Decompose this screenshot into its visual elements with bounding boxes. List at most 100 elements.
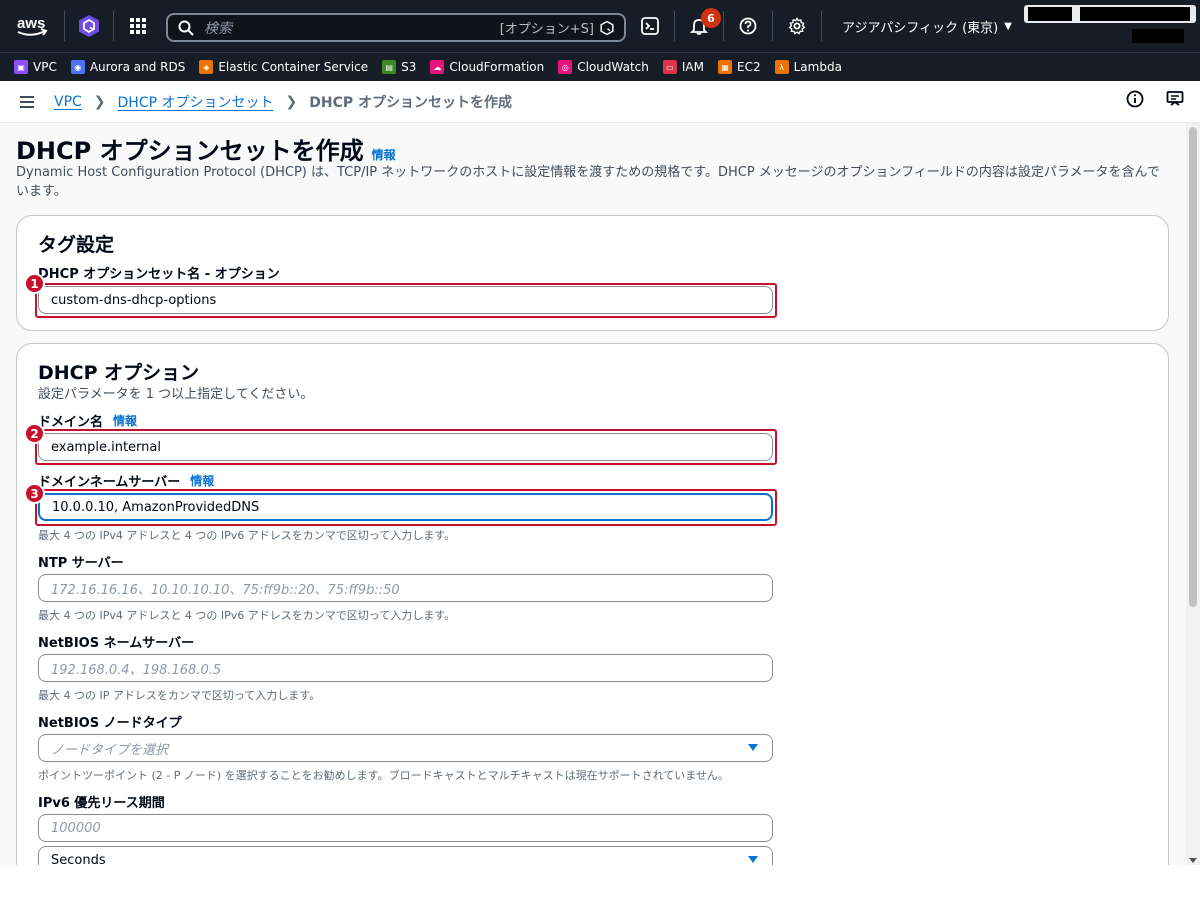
settings-gear-icon[interactable] bbox=[773, 0, 821, 52]
chevron-right-icon: ❯ bbox=[93, 93, 106, 110]
panel-title: DHCP オプション bbox=[38, 362, 200, 384]
favorite-lambda[interactable]: λ Lambda bbox=[774, 60, 842, 74]
field-hint: 最大 4 つの IPv4 アドレスと 4 つの IPv6 アドレスをカンマで区切… bbox=[38, 609, 456, 622]
cloudformation-icon: ☁ bbox=[430, 60, 445, 74]
favorite-aurora-rds[interactable]: ◉ Aurora and RDS bbox=[70, 60, 186, 74]
field-label: IPv6 優先リース期間 bbox=[38, 792, 165, 811]
field-label: ドメインネームサーバー 情報 bbox=[38, 471, 214, 490]
page-title: DHCP オプションセットを作成 情報 bbox=[16, 131, 396, 166]
search-placeholder: 検索 bbox=[204, 20, 232, 37]
favorite-ecs[interactable]: ◈ Elastic Container Service bbox=[199, 60, 368, 74]
info-link[interactable]: 情報 bbox=[190, 472, 214, 489]
caret-down-icon bbox=[748, 856, 758, 863]
caret-down-icon: ▼ bbox=[1004, 20, 1012, 32]
favorite-vpc[interactable]: ▣ VPC bbox=[14, 60, 57, 74]
field-hint: 最大 4 つの IPv4 アドレスと 4 つの IPv6 アドレスをカンマで区切… bbox=[38, 529, 456, 542]
help-icon[interactable] bbox=[724, 0, 772, 52]
dhcp-option-set-name-input[interactable]: custom-dns-dhcp-options bbox=[38, 286, 773, 314]
field-label-text: NetBIOS ノードタイプ bbox=[38, 716, 182, 731]
account-menu[interactable] bbox=[1024, 5, 1196, 23]
region-selector[interactable]: アジアパシフィック (東京) ▼ bbox=[842, 0, 1012, 52]
feedback-icon[interactable] bbox=[1166, 90, 1184, 108]
field-hint: 最大 4 つの IP アドレスをカンマで区切って入力します。 bbox=[38, 689, 321, 702]
ec2-icon: ▦ bbox=[718, 60, 732, 74]
amazon-q-small-icon bbox=[600, 20, 614, 35]
notifications-bell-icon[interactable]: 6 bbox=[675, 0, 723, 52]
favorite-label: Elastic Container Service bbox=[218, 60, 369, 74]
netbios-name-servers-input[interactable]: 192.168.0.4、198.168.0.5 bbox=[38, 654, 773, 682]
info-link[interactable]: 情報 bbox=[372, 146, 396, 163]
nav-divider bbox=[821, 11, 822, 41]
field-label: DHCP オプションセット名 - オプション bbox=[38, 263, 280, 282]
amazon-q-icon[interactable] bbox=[65, 0, 113, 52]
cloudwatch-icon: ◎ bbox=[558, 60, 573, 74]
field-label-text: ドメイン名 bbox=[38, 415, 104, 430]
page-title-text: DHCP オプションセットを作成 bbox=[16, 137, 364, 165]
field-label: NetBIOS ネームサーバー bbox=[38, 632, 194, 651]
aws-logo[interactable]: aws bbox=[0, 0, 64, 52]
services-grid-icon[interactable] bbox=[114, 0, 162, 52]
scrollbar-thumb[interactable] bbox=[1189, 127, 1197, 607]
field-label-text: IPv6 優先リース期間 bbox=[38, 796, 165, 811]
field-label-text: NTP サーバー bbox=[38, 556, 124, 571]
tag-settings-panel: タグ設定 DHCP オプションセット名 - オプション custom-dns-d… bbox=[16, 215, 1169, 331]
panel-subtitle: 設定パラメータを 1 つ以上指定してください。 bbox=[38, 387, 314, 402]
notification-badge: 6 bbox=[701, 8, 721, 28]
field-label: NetBIOS ノードタイプ bbox=[38, 712, 182, 731]
breadcrumb-vpc[interactable]: VPC bbox=[54, 94, 82, 110]
search-shortcut: [オプション+S] bbox=[499, 22, 594, 37]
domain-name-input[interactable]: example.internal bbox=[38, 433, 773, 461]
redacted-block bbox=[1132, 29, 1184, 43]
info-link[interactable]: 情報 bbox=[113, 412, 137, 429]
iam-icon: ▭ bbox=[662, 60, 677, 74]
dhcp-options-panel: DHCP オプション 設定パラメータを 1 つ以上指定してください。 ドメイン名… bbox=[16, 343, 1169, 865]
favorite-iam[interactable]: ▭ IAM bbox=[662, 60, 704, 74]
domain-name-servers-input[interactable]: 10.0.0.10, AmazonProvidedDNS bbox=[38, 493, 773, 521]
redacted-block bbox=[1080, 7, 1190, 21]
netbios-node-type-select[interactable]: ノードタイプを選択 bbox=[38, 734, 773, 762]
caret-down-icon bbox=[748, 744, 758, 751]
favorite-label: IAM bbox=[681, 60, 704, 74]
favorite-cloudwatch[interactable]: ◎ CloudWatch bbox=[558, 60, 649, 74]
ecs-icon: ◈ bbox=[199, 60, 214, 74]
field-label-text: DHCP オプションセット名 - オプション bbox=[38, 267, 280, 282]
ntp-servers-input[interactable]: 172.16.16.16、10.10.10.10、75:ff9b::20、75:… bbox=[38, 574, 773, 602]
rds-icon: ◉ bbox=[70, 60, 85, 74]
main-content: DHCP オプションセットを作成 情報 Dynamic Host Configu… bbox=[0, 123, 1186, 865]
favorite-label: VPC bbox=[33, 60, 57, 74]
favorite-label: Aurora and RDS bbox=[89, 60, 186, 74]
chevron-right-icon: ❯ bbox=[285, 93, 298, 110]
favorite-label: CloudFormation bbox=[449, 60, 545, 74]
breadcrumb-bar: VPC ❯ DHCP オプションセット ❯ DHCP オプションセットを作成 bbox=[0, 81, 1200, 123]
menu-hamburger-icon[interactable] bbox=[0, 95, 54, 109]
page-description: Dynamic Host Configuration Protocol (DHC… bbox=[16, 165, 1160, 199]
cloudshell-icon[interactable] bbox=[626, 0, 674, 52]
s3-icon: ▤ bbox=[382, 60, 397, 74]
search-icon bbox=[178, 20, 194, 36]
page-footer-blank bbox=[0, 865, 1200, 900]
favorite-ec2[interactable]: ▦ EC2 bbox=[718, 60, 761, 74]
utility-icons bbox=[1126, 90, 1184, 108]
step-marker-1: 1 bbox=[24, 273, 45, 294]
panel-title: タグ設定 bbox=[38, 234, 115, 256]
field-label: NTP サーバー bbox=[38, 552, 124, 571]
favorite-s3[interactable]: ▤ S3 bbox=[382, 60, 416, 74]
scroll-down-arrow-icon[interactable] bbox=[1189, 858, 1197, 863]
select-placeholder: ノードタイプを選択 bbox=[51, 742, 169, 758]
breadcrumb-dhcp-option-sets[interactable]: DHCP オプションセット bbox=[118, 92, 274, 112]
vertical-scrollbar[interactable] bbox=[1186, 123, 1200, 865]
favorite-cloudformation[interactable]: ☁ CloudFormation bbox=[430, 60, 544, 74]
step-marker-3: 3 bbox=[24, 483, 45, 504]
ipv6-lease-time-input[interactable]: 100000 bbox=[38, 814, 773, 842]
lease-unit-select[interactable]: Seconds bbox=[38, 846, 773, 865]
redacted-block bbox=[1028, 7, 1072, 21]
favorite-label: EC2 bbox=[737, 60, 761, 74]
info-circle-icon[interactable] bbox=[1126, 90, 1144, 108]
search-input[interactable]: 検索 [オプション+S] bbox=[166, 13, 626, 42]
field-label-text: ドメインネームサーバー bbox=[38, 475, 181, 490]
select-value: Seconds bbox=[51, 852, 106, 866]
step-marker-2: 2 bbox=[24, 423, 45, 444]
vpc-icon: ▣ bbox=[14, 60, 28, 74]
breadcrumb-current: DHCP オプションセットを作成 bbox=[309, 94, 512, 111]
favorite-label: CloudWatch bbox=[577, 60, 649, 74]
